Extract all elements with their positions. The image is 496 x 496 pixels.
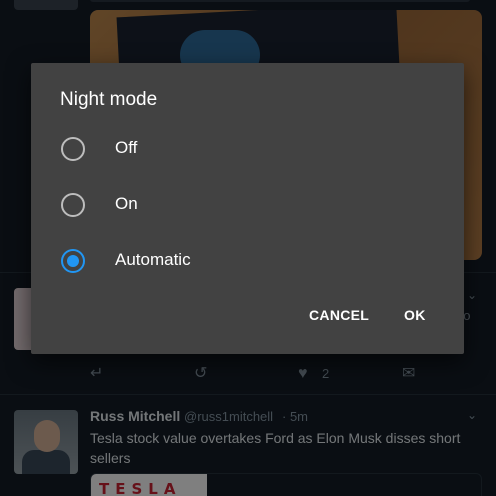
option-label: Automatic [115,250,191,269]
option-on[interactable]: On [31,177,464,233]
option-off[interactable]: Off [31,121,464,177]
radio-selected-icon[interactable] [61,249,85,273]
radio-unselected-icon[interactable] [61,137,85,161]
option-label: Off [115,138,138,157]
option-automatic[interactable]: Automatic [31,233,464,289]
radio-dot [67,255,79,267]
cancel-button[interactable]: CANCEL [309,307,369,323]
radio-unselected-icon[interactable] [61,193,85,217]
option-label: On [115,194,138,213]
dialog-title: Night mode [60,89,158,110]
ok-button[interactable]: OK [404,307,426,323]
night-mode-dialog: Night mode Off On Automatic CANCEL OK [31,63,464,354]
